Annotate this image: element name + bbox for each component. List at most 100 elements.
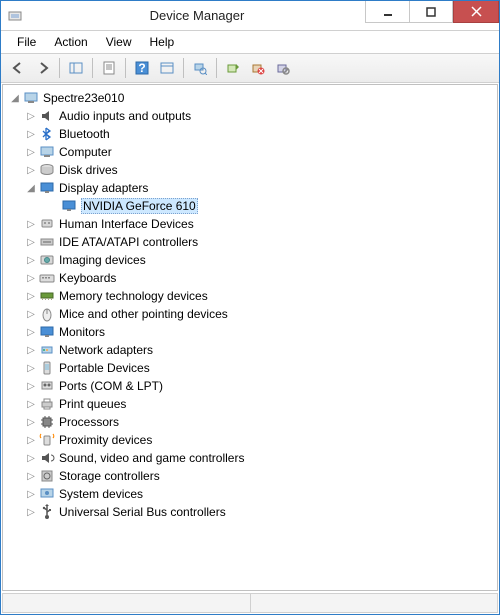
expand-icon[interactable]: ▷: [25, 398, 37, 410]
toolbar-separator: [216, 58, 217, 78]
display-icon: [39, 180, 55, 196]
category-label: Processors: [59, 415, 119, 429]
keyboard-icon: [39, 270, 55, 286]
expand-icon[interactable]: ▷: [25, 506, 37, 518]
category-label: Sound, video and game controllers: [59, 451, 244, 465]
app-icon: [1, 8, 29, 24]
tree-category[interactable]: ▷ Universal Serial Bus controllers: [3, 503, 497, 521]
expand-icon[interactable]: ▷: [25, 290, 37, 302]
show-hide-tree-button[interactable]: [65, 57, 87, 79]
expand-icon[interactable]: ▷: [25, 380, 37, 392]
tree-category[interactable]: ▷ Processors: [3, 413, 497, 431]
expand-icon[interactable]: ▷: [25, 218, 37, 230]
cpu-icon: [39, 414, 55, 430]
tree-category[interactable]: ▷Bluetooth: [3, 125, 497, 143]
expand-icon[interactable]: ▷: [25, 236, 37, 248]
network-icon: [39, 342, 55, 358]
tree-device[interactable]: NVIDIA GeForce 610: [3, 197, 497, 215]
tree-category[interactable]: ▷System devices: [3, 485, 497, 503]
category-label: Storage controllers: [59, 469, 160, 483]
expand-icon[interactable]: ◢: [25, 182, 37, 194]
category-label: Keyboards: [59, 271, 116, 285]
expand-icon[interactable]: ▷: [25, 362, 37, 374]
tree-category[interactable]: ▷Disk drives: [3, 161, 497, 179]
expand-icon[interactable]: ▷: [25, 128, 37, 140]
system-icon: [39, 486, 55, 502]
category-label: Monitors: [59, 325, 105, 339]
scan-hardware-button[interactable]: [189, 57, 211, 79]
expand-icon[interactable]: ▷: [25, 110, 37, 122]
sound-icon: [39, 450, 55, 466]
category-label: Universal Serial Bus controllers: [59, 505, 226, 519]
ide-icon: [39, 234, 55, 250]
expand-icon[interactable]: ▷: [25, 434, 37, 446]
hid-icon: [39, 216, 55, 232]
toolbar-separator: [125, 58, 126, 78]
collapse-icon[interactable]: ◢: [9, 92, 21, 104]
maximize-button[interactable]: [409, 1, 453, 23]
expand-icon[interactable]: ▷: [25, 344, 37, 356]
minimize-button[interactable]: [365, 1, 409, 23]
speaker-icon: [39, 108, 55, 124]
expand-icon[interactable]: ▷: [25, 326, 37, 338]
expand-icon[interactable]: ▷: [25, 488, 37, 500]
uninstall-button[interactable]: [247, 57, 269, 79]
tree-category[interactable]: ▷Memory technology devices: [3, 287, 497, 305]
update-driver-button[interactable]: [222, 57, 244, 79]
menu-action[interactable]: Action: [46, 33, 95, 51]
tree-root[interactable]: ◢Spectre23e010: [3, 89, 497, 107]
category-label: Audio inputs and outputs: [59, 109, 191, 123]
close-button[interactable]: [453, 1, 499, 23]
window-title: Device Manager: [29, 8, 365, 23]
tree-category[interactable]: ▷Computer: [3, 143, 497, 161]
tree-category[interactable]: ▷ Human Interface Devices: [3, 215, 497, 233]
tree-category[interactable]: ▷Imaging devices: [3, 251, 497, 269]
help-button[interactable]: ?: [131, 57, 153, 79]
tree-category[interactable]: ▷ Keyboards: [3, 269, 497, 287]
expand-icon[interactable]: ▷: [25, 452, 37, 464]
menu-help[interactable]: Help: [142, 33, 183, 51]
menu-view[interactable]: View: [98, 33, 140, 51]
tree-category[interactable]: ▷ Audio inputs and outputs: [3, 107, 497, 125]
ports-icon: [39, 378, 55, 394]
expand-icon[interactable]: ▷: [25, 470, 37, 482]
status-bar: [2, 593, 498, 613]
device-label: NVIDIA GeForce 610: [81, 198, 198, 214]
properties-button[interactable]: [98, 57, 120, 79]
expand-icon[interactable]: ▷: [25, 164, 37, 176]
forward-button[interactable]: [32, 57, 54, 79]
tree-category[interactable]: ▷Ports (COM & LPT): [3, 377, 497, 395]
tree-category[interactable]: ▷Mice and other pointing devices: [3, 305, 497, 323]
mouse-icon: [39, 306, 55, 322]
tree-category[interactable]: ▷ Monitors: [3, 323, 497, 341]
tree-category[interactable]: ▷ Storage controllers: [3, 467, 497, 485]
back-button[interactable]: [7, 57, 29, 79]
tree-category[interactable]: ▷Print queues: [3, 395, 497, 413]
computer-icon: [39, 144, 55, 160]
status-pane-right: [251, 594, 498, 612]
device-tree[interactable]: ◢Spectre23e010▷Audio inputs and outputs▷…: [2, 84, 498, 591]
title-bar: Device Manager: [1, 1, 499, 31]
category-label: Human Interface Devices: [59, 217, 194, 231]
disable-button[interactable]: [272, 57, 294, 79]
expand-icon[interactable]: ▷: [25, 416, 37, 428]
tree-category[interactable]: ▷Portable Devices: [3, 359, 497, 377]
tree-category[interactable]: ▷Network adapters: [3, 341, 497, 359]
menu-file[interactable]: File: [9, 33, 44, 51]
printer-icon: [39, 396, 55, 412]
monitor-icon: [39, 324, 55, 340]
display-icon: [61, 198, 77, 214]
expand-icon[interactable]: ▷: [25, 146, 37, 158]
computer-icon: [23, 90, 39, 106]
expand-icon[interactable]: ▷: [25, 272, 37, 284]
svg-text:?: ?: [138, 61, 145, 75]
tree-category[interactable]: ▷ Sound, video and game controllers: [3, 449, 497, 467]
tree-category[interactable]: ◢ Display adapters: [3, 179, 497, 197]
tree-category[interactable]: ▷IDE ATA/ATAPI controllers: [3, 233, 497, 251]
expand-icon[interactable]: ▷: [25, 254, 37, 266]
action-button[interactable]: [156, 57, 178, 79]
category-label: Proximity devices: [59, 433, 152, 447]
expand-icon[interactable]: ▷: [25, 308, 37, 320]
tree-category[interactable]: ▷ Proximity devices: [3, 431, 497, 449]
category-label: Display adapters: [59, 181, 148, 195]
